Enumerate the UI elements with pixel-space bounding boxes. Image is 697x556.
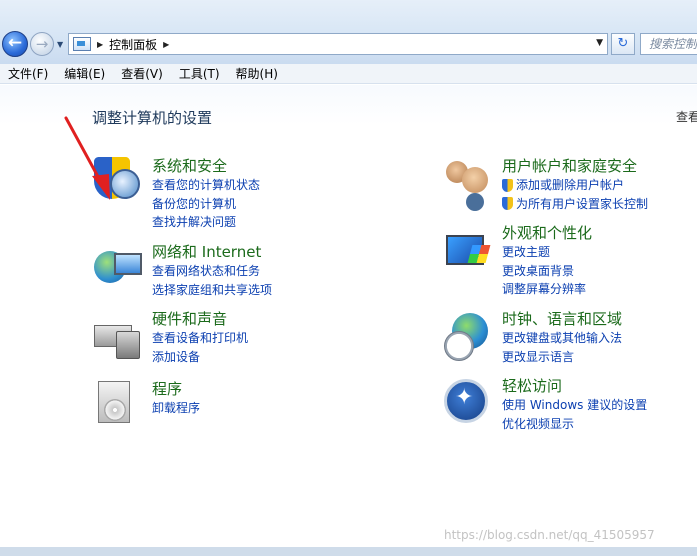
category-user-accounts: 用户帐户和家庭安全 添加或删除用户帐户 为所有用户设置家长控制 — [502, 157, 648, 213]
search-input[interactable]: 搜索控制 — [640, 33, 697, 55]
link-change-background[interactable]: 更改桌面背景 — [502, 262, 592, 281]
link-add-remove-accounts[interactable]: 添加或删除用户帐户 — [502, 176, 648, 195]
link-homegroup-sharing[interactable]: 选择家庭组和共享选项 — [152, 281, 272, 300]
link-backup-computer[interactable]: 备份您的计算机 — [152, 195, 260, 214]
menu-tools[interactable]: 工具(T) — [171, 64, 228, 83]
category-title[interactable]: 时钟、语言和区域 — [502, 310, 622, 329]
arrow-left-icon: ← — [7, 33, 23, 53]
link-network-status[interactable]: 查看网络状态和任务 — [152, 262, 272, 281]
link-view-computer-status[interactable]: 查看您的计算机状态 — [152, 176, 260, 195]
printer-icon[interactable] — [94, 311, 142, 359]
category-hardware-sound: 硬件和声音 查看设备和打印机 添加设备 — [152, 310, 248, 366]
link-change-keyboard[interactable]: 更改键盘或其他输入法 — [502, 329, 622, 348]
address-dropdown-icon[interactable]: ▼ — [596, 38, 603, 48]
category-ease-of-access: 轻松访问 使用 Windows 建议的设置 优化视频显示 — [502, 377, 647, 433]
refresh-icon: ↻ — [617, 36, 629, 51]
category-appearance: 外观和个性化 更改主题 更改桌面背景 调整屏幕分辨率 — [502, 224, 592, 299]
forward-button[interactable]: → — [30, 32, 54, 56]
link-troubleshoot[interactable]: 查找并解决问题 — [152, 213, 260, 232]
uac-shield-icon — [502, 197, 513, 211]
category-network-internet: 网络和 Internet 查看网络状态和任务 选择家庭组和共享选项 — [152, 243, 272, 299]
breadcrumb-arrow-icon[interactable]: ▶ — [97, 40, 103, 49]
programs-icon[interactable] — [94, 381, 142, 429]
category-title[interactable]: 硬件和声音 — [152, 310, 248, 329]
menu-view[interactable]: 查看(V) — [113, 64, 171, 83]
category-title[interactable]: 程序 — [152, 380, 200, 399]
link-display-language[interactable]: 更改显示语言 — [502, 348, 622, 367]
menu-file[interactable]: 文件(F) — [0, 64, 56, 83]
history-dropdown-icon[interactable]: ▼ — [57, 40, 63, 49]
link-change-theme[interactable]: 更改主题 — [502, 243, 592, 262]
accessibility-icon[interactable] — [444, 379, 488, 423]
watermark: https://blog.csdn.net/qq_41505957 — [444, 528, 655, 542]
uac-shield-icon — [502, 178, 513, 192]
link-windows-suggested-settings[interactable]: 使用 Windows 建议的设置 — [502, 396, 647, 415]
category-programs: 程序 卸载程序 — [152, 380, 200, 418]
annotation-arrow-icon — [64, 116, 110, 200]
users-icon[interactable] — [444, 157, 492, 205]
window-bottom-edge — [0, 547, 697, 556]
category-title[interactable]: 轻松访问 — [502, 377, 647, 396]
link-screen-resolution[interactable]: 调整屏幕分辨率 — [502, 280, 592, 299]
link-uninstall-program[interactable]: 卸载程序 — [152, 399, 200, 418]
breadcrumb-control-panel[interactable]: 控制面板 — [109, 36, 157, 53]
display-icon[interactable] — [444, 231, 492, 279]
link-label: 添加或删除用户帐户 — [516, 178, 625, 192]
menu-edit[interactable]: 编辑(E) — [56, 64, 113, 83]
link-label: 为所有用户设置家长控制 — [516, 196, 649, 211]
category-title[interactable]: 系统和安全 — [152, 157, 260, 176]
refresh-button[interactable]: ↻ — [611, 33, 635, 55]
category-title[interactable]: 用户帐户和家庭安全 — [502, 157, 648, 176]
menu-bar: 文件(F) 编辑(E) 查看(V) 工具(T) 帮助(H) — [0, 64, 697, 84]
back-button[interactable]: ← — [2, 31, 28, 57]
category-system-security: 系统和安全 查看您的计算机状态 备份您的计算机 查找并解决问题 — [152, 157, 260, 232]
view-by-label[interactable]: 查看 — [676, 108, 697, 125]
category-clock-language: 时钟、语言和区域 更改键盘或其他输入法 更改显示语言 — [502, 310, 622, 366]
clock-globe-icon[interactable] — [444, 313, 492, 361]
menu-help[interactable]: 帮助(H) — [228, 64, 286, 83]
control-panel-small-icon — [73, 37, 91, 51]
address-bar[interactable]: ▶ 控制面板 ▶ ▼ — [68, 33, 608, 55]
category-title[interactable]: 外观和个性化 — [502, 224, 592, 243]
category-title[interactable]: 网络和 Internet — [152, 243, 272, 262]
network-globe-icon[interactable] — [94, 245, 142, 293]
link-devices-printers[interactable]: 查看设备和打印机 — [152, 329, 248, 348]
link-add-device[interactable]: 添加设备 — [152, 348, 248, 367]
arrow-right-icon: → — [35, 35, 49, 53]
link-parental-controls[interactable]: 为所有用户设置家长控制 — [502, 195, 648, 214]
link-optimize-display[interactable]: 优化视频显示 — [502, 415, 647, 434]
navigation-bar: ← → ▼ ▶ 控制面板 ▶ ▼ ↻ 搜索控制 — [0, 0, 697, 64]
breadcrumb-arrow-icon[interactable]: ▶ — [163, 40, 169, 49]
